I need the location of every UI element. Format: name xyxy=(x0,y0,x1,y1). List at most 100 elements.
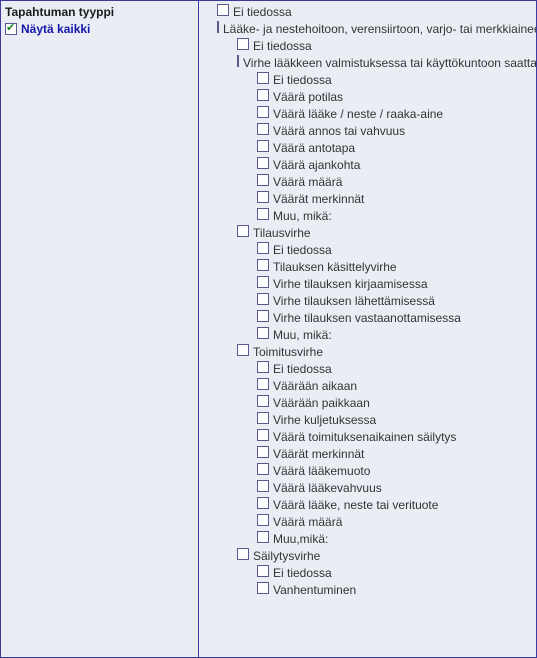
tree-node[interactable]: Väärät merkinnät xyxy=(199,446,536,463)
tree-node[interactable]: Toimitusvirhe xyxy=(199,344,536,361)
tree-label[interactable]: Ei tiedossa xyxy=(233,4,292,21)
tree-checkbox[interactable] xyxy=(257,497,269,509)
tree-checkbox[interactable] xyxy=(257,412,269,424)
tree-checkbox[interactable] xyxy=(257,106,269,118)
tree-label[interactable]: Väärät merkinnät xyxy=(273,446,364,463)
tree-checkbox[interactable] xyxy=(257,140,269,152)
tree-label[interactable]: Väärä potilas xyxy=(273,89,343,106)
tree-node[interactable]: Muu, mikä: xyxy=(199,208,536,225)
show-all-label[interactable]: Näytä kaikki xyxy=(21,22,90,36)
tree-node[interactable]: Virhe lääkkeen valmistuksessa tai käyttö… xyxy=(199,55,536,72)
tree-label[interactable]: Virhe tilauksen kirjaamisessa xyxy=(273,276,428,293)
tree-label[interactable]: Virhe lääkkeen valmistuksessa tai käyttö… xyxy=(243,55,536,72)
tree-label[interactable]: Väärä määrä xyxy=(273,174,342,191)
tree-label[interactable]: Muu, mikä: xyxy=(273,327,332,344)
tree-checkbox[interactable] xyxy=(237,548,249,560)
tree-checkbox[interactable] xyxy=(257,378,269,390)
tree-checkbox[interactable] xyxy=(257,582,269,594)
tree-label[interactable]: Väärään aikaan xyxy=(273,378,357,395)
tree-label[interactable]: Ei tiedossa xyxy=(273,565,332,582)
tree-node[interactable]: Virhe tilauksen vastaanottamisessa xyxy=(199,310,536,327)
tree-label[interactable]: Väärä lääke, neste tai verituote xyxy=(273,497,438,514)
tree-checkbox[interactable] xyxy=(257,327,269,339)
tree-checkbox[interactable] xyxy=(257,242,269,254)
tree-node[interactable]: Väärä toimituksenaikainen säilytys xyxy=(199,429,536,446)
tree-node[interactable]: Ei tiedossa xyxy=(199,72,536,89)
tree-checkbox[interactable] xyxy=(257,259,269,271)
tree-label[interactable]: Toimitusvirhe xyxy=(253,344,323,361)
tree-label[interactable]: Tilausvirhe xyxy=(253,225,311,242)
tree-label[interactable]: Väärä annos tai vahvuus xyxy=(273,123,405,140)
tree-node[interactable]: Virhe tilauksen kirjaamisessa xyxy=(199,276,536,293)
tree-checkbox[interactable] xyxy=(237,225,249,237)
tree-checkbox[interactable] xyxy=(257,123,269,135)
tree-label[interactable]: Virhe tilauksen lähettämisessä xyxy=(273,293,435,310)
tree-node[interactable]: Ei tiedossa xyxy=(199,4,536,21)
tree-node[interactable]: Väärään aikaan xyxy=(199,378,536,395)
tree-node[interactable]: Väärä ajankohta xyxy=(199,157,536,174)
tree-label[interactable]: Lääke- ja nestehoitoon, verensiirtoon, v… xyxy=(223,21,536,38)
tree-label[interactable]: Vanhentuminen xyxy=(273,582,356,599)
show-all-checkbox[interactable] xyxy=(5,23,17,35)
tree-node[interactable]: Muu,mikä: xyxy=(199,531,536,548)
tree-node[interactable]: Väärään paikkaan xyxy=(199,395,536,412)
tree-checkbox[interactable] xyxy=(257,531,269,543)
tree-node[interactable]: Säilytysvirhe xyxy=(199,548,536,565)
tree-node[interactable]: Virhe tilauksen lähettämisessä xyxy=(199,293,536,310)
tree-checkbox[interactable] xyxy=(257,310,269,322)
tree-checkbox[interactable] xyxy=(257,480,269,492)
tree-label[interactable]: Tilauksen käsittelyvirhe xyxy=(273,259,397,276)
tree-node[interactable]: Väärä lääkevahvuus xyxy=(199,480,536,497)
tree-checkbox[interactable] xyxy=(257,174,269,186)
tree-checkbox[interactable] xyxy=(257,446,269,458)
tree-label[interactable]: Väärä antotapa xyxy=(273,140,355,157)
tree-node[interactable]: Väärät merkinnät xyxy=(199,191,536,208)
tree-node[interactable]: Ei tiedossa xyxy=(199,565,536,582)
tree-node[interactable]: Väärä lääke, neste tai verituote xyxy=(199,497,536,514)
tree-label[interactable]: Ei tiedossa xyxy=(273,72,332,89)
tree-label[interactable]: Virhe tilauksen vastaanottamisessa xyxy=(273,310,461,327)
tree-label[interactable]: Väärä lääkevahvuus xyxy=(273,480,382,497)
tree-node[interactable]: Vanhentuminen xyxy=(199,582,536,599)
tree-checkbox[interactable] xyxy=(237,344,249,356)
tree-checkbox[interactable] xyxy=(257,395,269,407)
tree-checkbox[interactable] xyxy=(257,514,269,526)
tree-label[interactable]: Ei tiedossa xyxy=(273,361,332,378)
tree-node[interactable]: Lääke- ja nestehoitoon, verensiirtoon, v… xyxy=(199,21,536,38)
tree-node[interactable]: Väärä annos tai vahvuus xyxy=(199,123,536,140)
tree-label[interactable]: Väärään paikkaan xyxy=(273,395,370,412)
tree-checkbox[interactable] xyxy=(217,4,229,16)
tree-node[interactable]: Väärä määrä xyxy=(199,514,536,531)
tree-checkbox[interactable] xyxy=(257,89,269,101)
tree-checkbox[interactable] xyxy=(257,276,269,288)
tree-checkbox[interactable] xyxy=(237,38,249,50)
tree-label[interactable]: Väärä määrä xyxy=(273,514,342,531)
tree-checkbox[interactable] xyxy=(257,463,269,475)
tree-checkbox[interactable] xyxy=(257,429,269,441)
tree-node[interactable]: Väärä lääkemuoto xyxy=(199,463,536,480)
tree-node[interactable]: Ei tiedossa xyxy=(199,38,536,55)
show-all-row[interactable]: Näytä kaikki xyxy=(5,22,193,36)
tree-node[interactable]: Väärä potilas xyxy=(199,89,536,106)
tree-checkbox[interactable] xyxy=(237,55,239,67)
tree-node[interactable]: Virhe kuljetuksessa xyxy=(199,412,536,429)
tree-label[interactable]: Väärät merkinnät xyxy=(273,191,364,208)
tree-label[interactable]: Ei tiedossa xyxy=(253,38,312,55)
tree-node[interactable]: Väärä määrä xyxy=(199,174,536,191)
tree-label[interactable]: Väärä lääkemuoto xyxy=(273,463,370,480)
tree-node[interactable]: Ei tiedossa xyxy=(199,361,536,378)
tree-node[interactable]: Muu, mikä: xyxy=(199,327,536,344)
tree-label[interactable]: Ei tiedossa xyxy=(273,242,332,259)
tree-checkbox[interactable] xyxy=(257,293,269,305)
tree-checkbox[interactable] xyxy=(257,72,269,84)
tree-node[interactable]: Tilausvirhe xyxy=(199,225,536,242)
tree-checkbox[interactable] xyxy=(257,208,269,220)
tree-node[interactable]: Tilauksen käsittelyvirhe xyxy=(199,259,536,276)
tree-label[interactable]: Väärä lääke / neste / raaka-aine xyxy=(273,106,443,123)
tree-label[interactable]: Väärä toimituksenaikainen säilytys xyxy=(273,429,456,446)
tree-checkbox[interactable] xyxy=(257,157,269,169)
tree-label[interactable]: Muu,mikä: xyxy=(273,531,328,548)
tree-node[interactable]: Ei tiedossa xyxy=(199,242,536,259)
tree-label[interactable]: Väärä ajankohta xyxy=(273,157,360,174)
tree-checkbox[interactable] xyxy=(257,565,269,577)
